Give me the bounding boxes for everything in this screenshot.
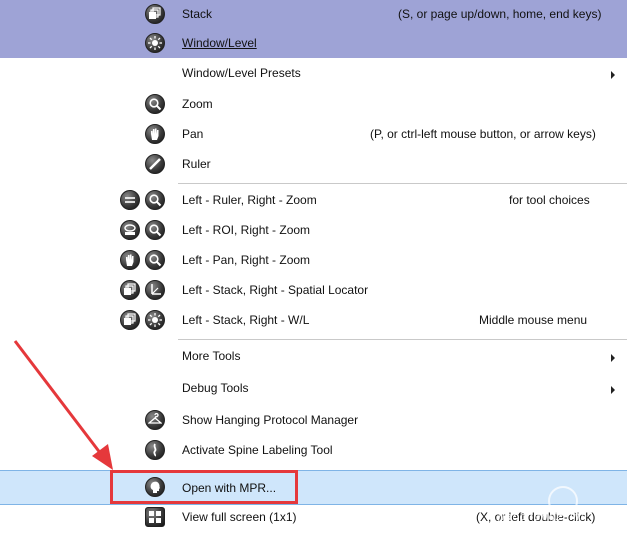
pan-hand-icon: [145, 124, 165, 144]
menu-item-label: Stack: [182, 7, 213, 21]
annotation-highlight-box: [110, 470, 298, 504]
spatial-locator-icon: [145, 280, 165, 300]
menu-item-label: Left - Ruler, Right - Zoom: [182, 193, 317, 207]
menu-item-label: Left - Stack, Right - W/L: [182, 313, 310, 327]
stack-icon: [120, 280, 140, 300]
window-level-icon: [145, 310, 165, 330]
full-screen-icon: [145, 507, 165, 527]
menu-item-left-roi-right-zoom[interactable]: Left - ROI, Right - Zoom: [0, 219, 627, 241]
ruler-icon: [145, 154, 165, 174]
menu-item-label: Window/Level Presets: [182, 66, 301, 80]
menu-item-show-hanging-protocol[interactable]: Show Hanging Protocol Manager: [0, 409, 627, 431]
menu-item-pan[interactable]: Pan (P, or ctrl-left mouse button, or ar…: [0, 123, 627, 145]
pan-hand-icon: [120, 250, 140, 270]
menu-item-label: Left - ROI, Right - Zoom: [182, 223, 311, 237]
menu-item-label: More Tools: [182, 349, 241, 363]
shortcut-hint: Middle mouse menu: [479, 313, 588, 327]
menu-item-more-tools[interactable]: More Tools: [0, 345, 627, 367]
menu-item-window-level-presets[interactable]: Window/Level Presets: [0, 62, 627, 84]
submenu-arrow-icon: [611, 71, 615, 79]
menu-item-ruler[interactable]: Ruler: [0, 153, 627, 175]
menu-item-zoom[interactable]: Zoom: [0, 93, 627, 115]
shortcut-hint: (P, or ctrl-left mouse button, or arrow …: [370, 127, 596, 141]
menu-item-spine-labeling[interactable]: Activate Spine Labeling Tool: [0, 439, 627, 461]
menu-item-label: Left - Stack, Right - Spatial Locator: [182, 283, 369, 297]
shortcut-hint: for tool choices: [509, 193, 590, 207]
menu-item-label: Debug Tools: [182, 381, 249, 395]
spine-icon: [145, 440, 165, 460]
menu-item-label: Ruler: [182, 157, 211, 171]
hanger-icon: [145, 410, 165, 430]
zoom-icon: [145, 94, 165, 114]
submenu-arrow-icon: [611, 354, 615, 362]
menu-item-label: Zoom: [182, 97, 213, 111]
menu-item-left-stack-right-wl[interactable]: Left - Stack, Right - W/L Middle mouse m…: [0, 309, 627, 331]
menu-item-open-mpr[interactable]: Open with MPR...: [0, 470, 627, 505]
zoom-icon: [145, 220, 165, 240]
watermark-text: jiaochengzhijia: [498, 510, 588, 523]
menu-item-window-level[interactable]: Window/Level: [0, 32, 627, 54]
menu-item-label: View full screen (1x1): [182, 510, 297, 524]
menu-item-label: Window/Level: [182, 36, 257, 50]
menu-item-left-ruler-right-zoom[interactable]: Left - Ruler, Right - Zoom for tool choi…: [0, 189, 627, 211]
menu-item-left-pan-right-zoom[interactable]: Left - Pan, Right - Zoom: [0, 249, 627, 271]
shortcut-hint: (S, or page up/down, home, end keys): [398, 7, 602, 21]
roi-icon: [120, 220, 140, 240]
stack-icon: [120, 310, 140, 330]
zoom-icon: [145, 190, 165, 210]
menu-item-label: Activate Spine Labeling Tool: [182, 443, 333, 457]
stack-icon: [145, 4, 165, 24]
context-menu: Stack (S, or page up/down, home, end key…: [0, 0, 627, 534]
menu-item-stack[interactable]: Stack (S, or page up/down, home, end key…: [0, 3, 627, 25]
submenu-arrow-icon: [611, 386, 615, 394]
menu-item-label: Pan: [182, 127, 204, 141]
menu-item-label: Left - Pan, Right - Zoom: [182, 253, 311, 267]
ruler-icon: [120, 190, 140, 210]
menu-separator: [178, 339, 627, 340]
menu-separator: [178, 183, 627, 184]
menu-item-label: Show Hanging Protocol Manager: [182, 413, 359, 427]
menu-item-debug-tools[interactable]: Debug Tools: [0, 377, 627, 399]
zoom-icon: [145, 250, 165, 270]
menu-item-left-stack-right-locator[interactable]: Left - Stack, Right - Spatial Locator: [0, 279, 627, 301]
window-level-icon: [145, 33, 165, 53]
